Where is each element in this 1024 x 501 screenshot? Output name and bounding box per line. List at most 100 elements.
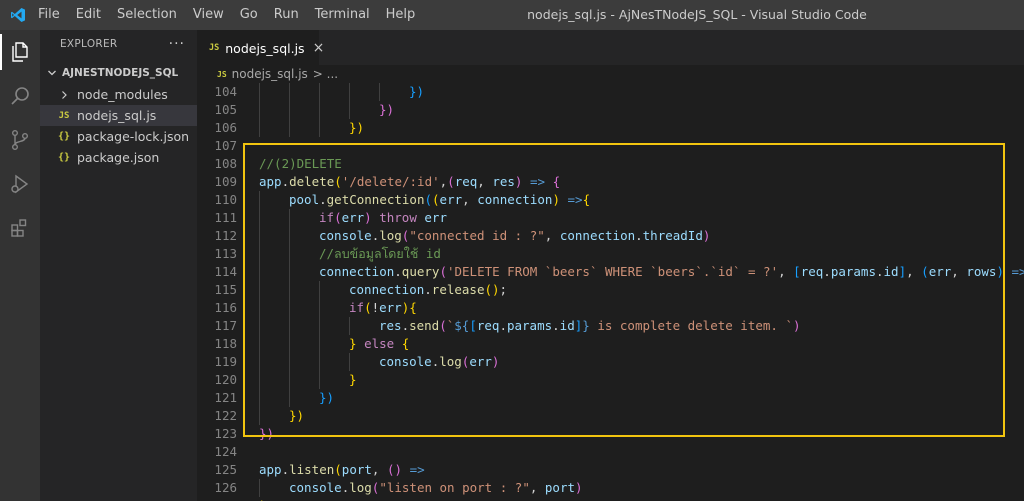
code-text: console.log("listen on port : ?", port) xyxy=(289,479,583,497)
code-text: connection.query('DELETE FROM `beers` WH… xyxy=(319,263,1024,281)
indent-guide xyxy=(259,101,260,119)
code-text: }) xyxy=(259,425,274,443)
indent-guide xyxy=(289,317,290,335)
code-line[interactable]: 116 if(!err){ xyxy=(197,299,1024,317)
menu-help[interactable]: Help xyxy=(378,0,424,30)
code-token: id xyxy=(883,264,899,279)
code-line[interactable]: 112 console.log("connected id : ?", conne… xyxy=(197,227,1024,245)
indent-guide xyxy=(259,353,260,371)
indent-guide xyxy=(259,83,260,101)
breadcrumb: JS nodejs_sql.js > ... xyxy=(197,65,1024,83)
code-token: . xyxy=(552,318,560,333)
code-token: id xyxy=(559,318,575,333)
code-line[interactable]: 118} else { xyxy=(197,335,1024,353)
code-line[interactable]: 107 xyxy=(197,137,1024,155)
js-file-icon: JS xyxy=(209,43,220,53)
breadcrumb-separator[interactable]: > ... xyxy=(313,67,338,81)
code-token: () xyxy=(386,462,403,477)
code-token: () xyxy=(484,282,500,297)
code-line[interactable]: 117 res.send(`${[req.params.id]} is compl… xyxy=(197,317,1024,335)
code-text: //ลบข้อมูลโดยใช้ id xyxy=(319,245,441,263)
code-token: [ xyxy=(793,264,801,279)
code-line[interactable]: 115 connection.release(); xyxy=(197,281,1024,299)
tree-item-package-json[interactable]: {} package.json xyxy=(40,147,197,168)
code-line[interactable]: 108 //(2)DELETE xyxy=(197,155,1024,173)
code-token: listen xyxy=(289,462,335,477)
code-text: if(!err){ xyxy=(349,299,417,317)
chevron-down-icon xyxy=(48,70,56,76)
code-line[interactable]: 111 if(err) throw err xyxy=(197,209,1024,227)
line-number: 126 xyxy=(214,480,237,495)
code-token: }) xyxy=(349,120,365,135)
tree-item-nodejs-sql-js[interactable]: JS nodejs_sql.js xyxy=(40,105,197,126)
line-number: 127 xyxy=(197,497,237,501)
js-file-icon: JS xyxy=(58,110,70,121)
code-line[interactable]: 110 pool.getConnection((err, connection) … xyxy=(197,191,1024,209)
code-text: }) xyxy=(379,101,394,119)
code-line[interactable]: 109 app.delete('/delete/:id',(req, res) =… xyxy=(197,173,1024,191)
code-line[interactable]: 106}) xyxy=(197,119,1024,137)
code-token: }) xyxy=(409,84,425,99)
code-token: err xyxy=(341,210,365,225)
code-text: app.delete('/delete/:id',(req, res) => { xyxy=(259,173,560,191)
menu-view[interactable]: View xyxy=(185,0,232,30)
indent-guide xyxy=(259,263,260,281)
code-token: . xyxy=(499,318,507,333)
code-line[interactable]: 123}) xyxy=(197,425,1024,443)
code-token: { xyxy=(409,300,417,315)
code-line[interactable]: 113 //ลบข้อมูลโดยใช้ id xyxy=(197,245,1024,263)
indent-guide xyxy=(319,371,320,389)
code-line[interactable]: 127) xyxy=(197,497,1024,501)
source-control-icon[interactable] xyxy=(0,118,40,162)
indent-guide xyxy=(259,227,260,245)
tab-bar: JS nodejs_sql.js × xyxy=(197,30,1024,65)
close-icon[interactable]: × xyxy=(313,40,325,56)
code-line[interactable]: 120} xyxy=(197,371,1024,389)
code-line[interactable]: 126 console.log("listen on port : ?", por… xyxy=(197,479,1024,497)
breadcrumb-file[interactable]: nodejs_sql.js xyxy=(232,67,308,81)
code-token: app xyxy=(259,462,282,477)
menu-go[interactable]: Go xyxy=(232,0,266,30)
indent-guide xyxy=(319,281,320,299)
code-line[interactable]: 125 app.listen(port, () => xyxy=(197,461,1024,479)
workspace-folder[interactable]: AJNESTNODEJS_SQL xyxy=(40,62,197,84)
menu-selection[interactable]: Selection xyxy=(109,0,185,30)
code-line[interactable]: 122}) xyxy=(197,407,1024,425)
code-line[interactable]: 119 console.log(err) xyxy=(197,353,1024,371)
menu-file[interactable]: File xyxy=(36,0,68,30)
extensions-icon[interactable] xyxy=(0,206,40,250)
tab-nodejs-sql[interactable]: JS nodejs_sql.js × xyxy=(197,30,324,65)
menu-run[interactable]: Run xyxy=(266,0,307,30)
code-token: }) xyxy=(319,390,335,405)
js-file-icon: JS xyxy=(217,69,227,79)
code-line[interactable]: 114 connection.query('DELETE FROM `beers`… xyxy=(197,263,1024,281)
code-token: else xyxy=(364,336,395,351)
code-editor[interactable]: 104}) 105}) 106}) 107 108//(2)DELETE 109 app.d… xyxy=(197,83,1024,501)
tree-item-package-lock-json[interactable]: {} package-lock.json xyxy=(40,126,197,147)
menu-edit[interactable]: Edit xyxy=(68,0,109,30)
line-number: 117 xyxy=(214,318,237,333)
line-number: 125 xyxy=(214,462,237,477)
code-token: connection xyxy=(477,192,553,207)
code-text: if(err) throw err xyxy=(319,209,447,227)
search-icon[interactable] xyxy=(0,74,40,118)
code-line[interactable]: 104}) xyxy=(197,83,1024,101)
code-token: log xyxy=(439,354,462,369)
code-token: port xyxy=(341,462,372,477)
menu-terminal[interactable]: Terminal xyxy=(307,0,378,30)
more-actions-icon[interactable]: ··· xyxy=(169,36,185,52)
code-token: , xyxy=(951,264,967,279)
code-line[interactable]: 105}) xyxy=(197,101,1024,119)
code-line[interactable]: 121}) xyxy=(197,389,1024,407)
code-token: ) xyxy=(793,318,801,333)
file-tree: node_modules JS nodejs_sql.js {} package-loc… xyxy=(40,84,197,168)
code-token: . xyxy=(281,174,290,189)
explorer-icon[interactable] xyxy=(0,30,40,74)
tree-item-node-modules[interactable]: node_modules xyxy=(40,84,197,105)
indent-guide xyxy=(259,245,260,263)
code-line[interactable]: 124 xyxy=(197,443,1024,461)
run-debug-icon[interactable] xyxy=(0,162,40,206)
